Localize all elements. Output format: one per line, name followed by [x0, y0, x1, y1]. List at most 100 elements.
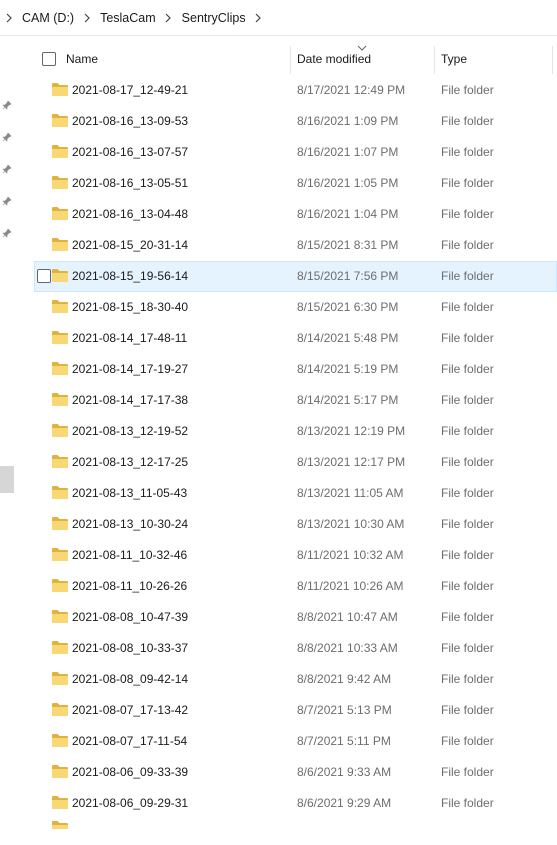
- column-header-type[interactable]: Type: [441, 44, 467, 74]
- file-date-modified: 8/8/2021 9:42 AM: [297, 672, 392, 686]
- file-row[interactable]: 2021-08-14_17-48-11 8/14/2021 5:48 PM Fi…: [34, 323, 557, 354]
- file-row[interactable]: 2021-08-16_13-09-53 8/16/2021 1:09 PM Fi…: [34, 106, 557, 137]
- folder-icon: [51, 361, 69, 376]
- file-name[interactable]: 2021-08-11_10-32-46: [72, 540, 187, 571]
- file-row[interactable]: 2021-08-15_19-56-14 8/15/2021 7:56 PM Fi…: [34, 261, 557, 292]
- column-divider[interactable]: [552, 46, 553, 74]
- file-name[interactable]: 2021-08-16_13-07-57: [72, 137, 188, 168]
- pin-icon[interactable]: [2, 227, 12, 238]
- folder-icon: [51, 764, 69, 779]
- file-row[interactable]: 2021-08-08_09-42-14 8/8/2021 9:42 AM Fil…: [34, 664, 557, 695]
- file-row-partial[interactable]: [34, 819, 557, 829]
- file-date-modified: 8/15/2021 6:30 PM: [297, 300, 399, 314]
- file-row[interactable]: 2021-08-15_18-30-40 8/15/2021 6:30 PM Fi…: [34, 292, 557, 323]
- file-type: File folder: [441, 207, 494, 221]
- file-name[interactable]: 2021-08-14_17-17-38: [72, 385, 188, 416]
- file-row[interactable]: 2021-08-16_13-07-57 8/16/2021 1:07 PM Fi…: [34, 137, 557, 168]
- folder-icon: [51, 485, 69, 500]
- chevron-right-icon[interactable]: [80, 13, 94, 23]
- file-type: File folder: [441, 610, 494, 624]
- folder-icon: [51, 516, 69, 531]
- file-row[interactable]: 2021-08-16_13-05-51 8/16/2021 1:05 PM Fi…: [34, 168, 557, 199]
- file-name[interactable]: 2021-08-15_20-31-14: [72, 230, 188, 261]
- folder-icon: [51, 820, 69, 829]
- file-name[interactable]: 2021-08-13_12-17-25: [72, 447, 188, 478]
- file-row[interactable]: 2021-08-07_17-11-54 8/7/2021 5:11 PM Fil…: [34, 726, 557, 757]
- pin-icon[interactable]: [2, 195, 12, 206]
- file-row[interactable]: 2021-08-15_20-31-14 8/15/2021 8:31 PM Fi…: [34, 230, 557, 261]
- breadcrumb-item-teslacam[interactable]: TeslaCam: [94, 11, 162, 25]
- file-date-modified: 8/16/2021 1:05 PM: [297, 176, 399, 190]
- file-name[interactable]: 2021-08-06_09-33-39: [72, 757, 188, 788]
- file-name[interactable]: 2021-08-08_10-33-37: [72, 633, 188, 664]
- file-row[interactable]: 2021-08-13_10-30-24 8/13/2021 10:30 AM F…: [34, 509, 557, 540]
- navigation-scrollbar-thumb[interactable]: [0, 466, 14, 493]
- file-name[interactable]: 2021-08-16_13-04-48: [72, 199, 188, 230]
- file-type: File folder: [441, 641, 494, 655]
- breadcrumb: CAM (D:) TeslaCam SentryClips: [0, 0, 557, 36]
- folder-icon: [51, 144, 69, 159]
- file-name[interactable]: 2021-08-07_17-11-54: [72, 726, 187, 757]
- folder-icon: [51, 423, 69, 438]
- file-row[interactable]: 2021-08-14_17-19-27 8/14/2021 5:19 PM Fi…: [34, 354, 557, 385]
- folder-icon: [51, 609, 69, 624]
- file-row[interactable]: 2021-08-11_10-26-26 8/11/2021 10:26 AM F…: [34, 571, 557, 602]
- pin-icon[interactable]: [2, 131, 12, 142]
- file-date-modified: 8/13/2021 10:30 AM: [297, 517, 405, 531]
- file-name[interactable]: 2021-08-14_17-48-11: [72, 323, 187, 354]
- folder-icon: [51, 733, 69, 748]
- file-row[interactable]: 2021-08-13_12-19-52 8/13/2021 12:19 PM F…: [34, 416, 557, 447]
- file-row[interactable]: 2021-08-08_10-47-39 8/8/2021 10:47 AM Fi…: [34, 602, 557, 633]
- file-name[interactable]: 2021-08-13_12-19-52: [72, 416, 188, 447]
- file-name[interactable]: 2021-08-11_10-26-26: [72, 571, 187, 602]
- column-divider[interactable]: [290, 46, 291, 74]
- file-list: 2021-08-17_12-49-21 8/17/2021 12:49 PM F…: [34, 75, 557, 829]
- file-date-modified: 8/6/2021 9:33 AM: [297, 765, 392, 779]
- file-row[interactable]: 2021-08-17_12-49-21 8/17/2021 12:49 PM F…: [34, 75, 557, 106]
- file-name[interactable]: 2021-08-16_13-09-53: [72, 106, 188, 137]
- folder-icon: [51, 206, 69, 221]
- select-all-checkbox[interactable]: [42, 52, 56, 66]
- file-row[interactable]: 2021-08-06_09-33-39 8/6/2021 9:33 AM Fil…: [34, 757, 557, 788]
- file-name[interactable]: 2021-08-15_18-30-40: [72, 292, 188, 323]
- file-date-modified: 8/7/2021 5:11 PM: [297, 734, 391, 748]
- file-name[interactable]: 2021-08-17_12-49-21: [72, 75, 188, 106]
- file-type: File folder: [441, 114, 494, 128]
- pin-icon[interactable]: [2, 163, 12, 174]
- file-name[interactable]: 2021-08-07_17-13-42: [72, 695, 188, 726]
- file-row[interactable]: 2021-08-08_10-33-37 8/8/2021 10:33 AM Fi…: [34, 633, 557, 664]
- file-type: File folder: [441, 703, 494, 717]
- file-row[interactable]: 2021-08-13_12-17-25 8/13/2021 12:17 PM F…: [34, 447, 557, 478]
- file-name[interactable]: 2021-08-16_13-05-51: [72, 168, 188, 199]
- file-date-modified: 8/8/2021 10:33 AM: [297, 641, 398, 655]
- file-row[interactable]: 2021-08-11_10-32-46 8/11/2021 10:32 AM F…: [34, 540, 557, 571]
- file-date-modified: 8/7/2021 5:13 PM: [297, 703, 392, 717]
- file-row[interactable]: 2021-08-16_13-04-48 8/16/2021 1:04 PM Fi…: [34, 199, 557, 230]
- file-name[interactable]: 2021-08-08_10-47-39: [72, 602, 188, 633]
- file-row[interactable]: 2021-08-14_17-17-38 8/14/2021 5:17 PM Fi…: [34, 385, 557, 416]
- file-date-modified: 8/16/2021 1:04 PM: [297, 207, 399, 221]
- file-type: File folder: [441, 238, 494, 252]
- file-date-modified: 8/13/2021 11:05 AM: [297, 486, 404, 500]
- file-name[interactable]: 2021-08-13_10-30-24: [72, 509, 188, 540]
- file-row[interactable]: 2021-08-13_11-05-43 8/13/2021 11:05 AM F…: [34, 478, 557, 509]
- pin-icon[interactable]: [2, 99, 12, 110]
- file-name[interactable]: 2021-08-06_09-29-31: [72, 788, 188, 819]
- chevron-right-icon[interactable]: [162, 13, 176, 23]
- file-name[interactable]: 2021-08-14_17-19-27: [72, 354, 188, 385]
- breadcrumb-item-sentryclips[interactable]: SentryClips: [176, 11, 252, 25]
- breadcrumb-item-drive[interactable]: CAM (D:): [16, 11, 80, 25]
- chevron-right-icon[interactable]: [252, 13, 266, 23]
- column-header-name[interactable]: Name: [66, 44, 98, 74]
- column-header-date-modified[interactable]: Date modified: [297, 44, 371, 74]
- file-name[interactable]: 2021-08-08_09-42-14: [72, 664, 188, 695]
- chevron-right-icon[interactable]: [2, 13, 16, 23]
- file-row[interactable]: 2021-08-07_17-13-42 8/7/2021 5:13 PM Fil…: [34, 695, 557, 726]
- file-row[interactable]: 2021-08-06_09-29-31 8/6/2021 9:29 AM Fil…: [34, 788, 557, 819]
- file-name[interactable]: 2021-08-15_19-56-14: [72, 261, 188, 292]
- file-type: File folder: [441, 393, 494, 407]
- folder-icon: [51, 82, 69, 97]
- file-name[interactable]: 2021-08-13_11-05-43: [72, 478, 187, 509]
- row-select-checkbox[interactable]: [37, 269, 51, 283]
- column-divider[interactable]: [434, 46, 435, 74]
